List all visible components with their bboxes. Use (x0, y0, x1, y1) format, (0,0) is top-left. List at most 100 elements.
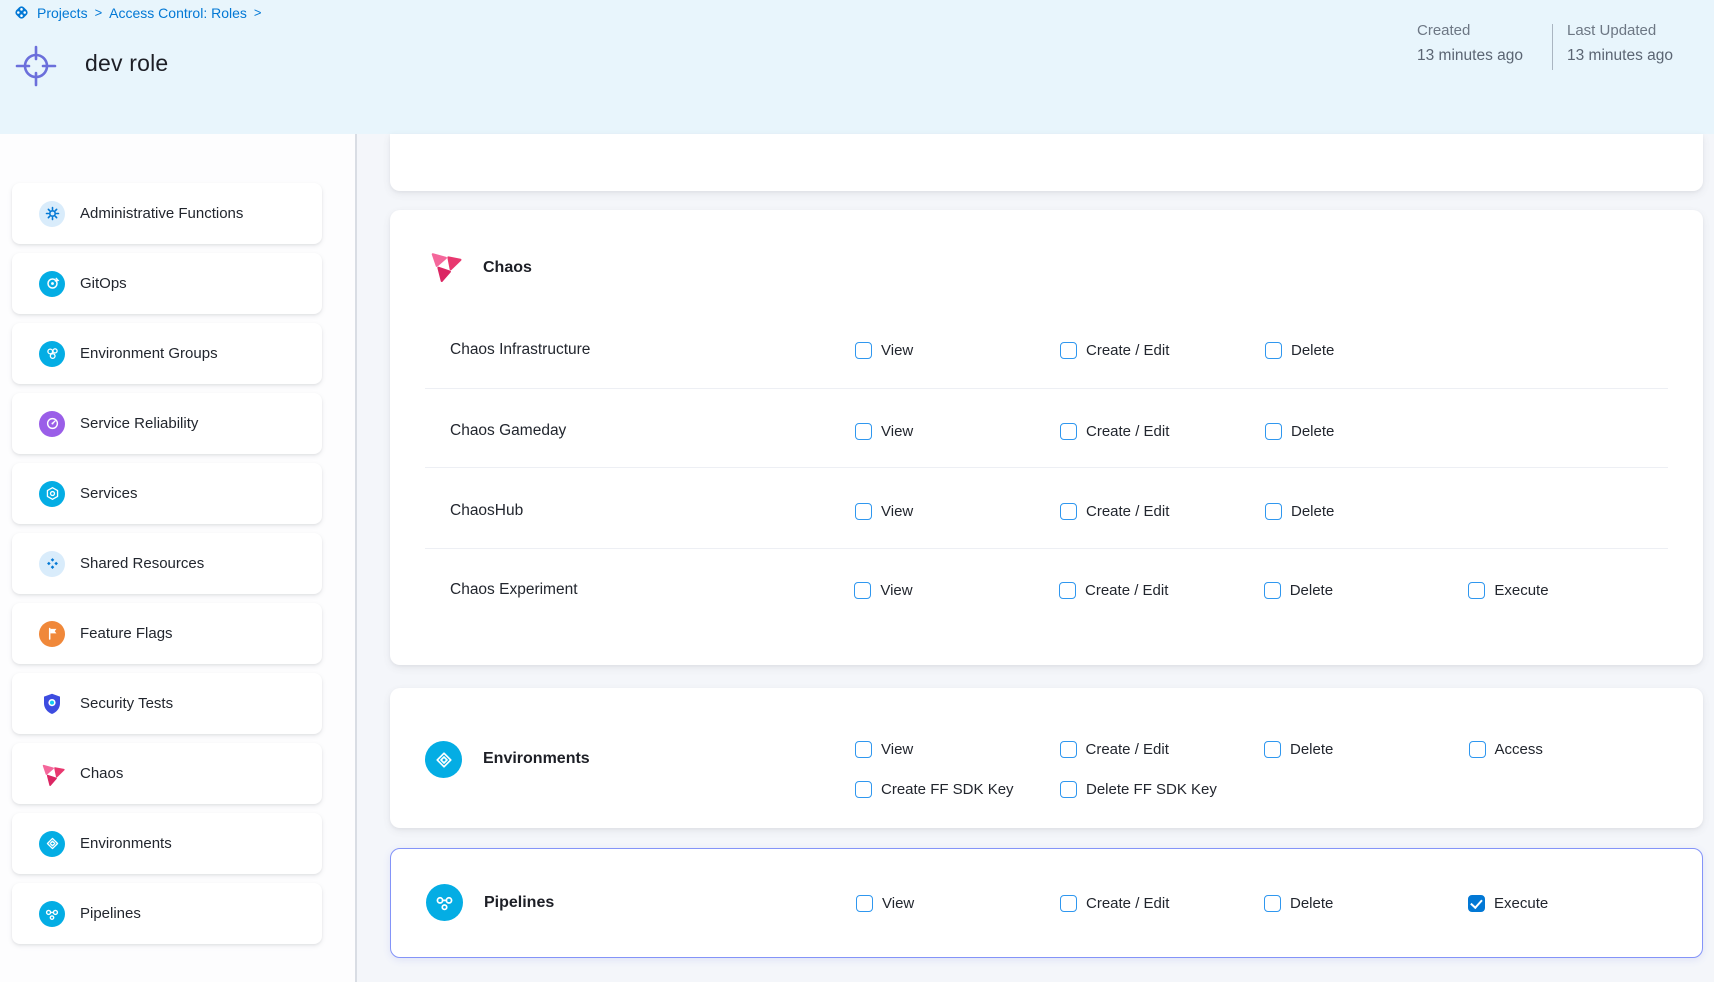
resource-label: Chaos Infrastructure (450, 341, 855, 359)
breadcrumb-access-control-roles-link[interactable]: Access Control: Roles (109, 5, 247, 21)
checkbox[interactable] (1468, 582, 1485, 599)
resource-group-sidebar: Administrative Functions GitOps Environm… (0, 134, 355, 982)
permission-execute[interactable]: Execute (1468, 582, 1673, 599)
table-row: Chaos Gameday View Create / Edit Delete (450, 411, 1673, 451)
permission-create-ff-sdk-key[interactable]: Create FF SDK Key (855, 781, 1060, 798)
permission-view[interactable]: View (855, 503, 1060, 520)
gear-icon (39, 201, 65, 227)
checkbox[interactable] (1060, 895, 1077, 912)
permission-create-edit[interactable]: Create / Edit (1060, 741, 1265, 758)
permission-delete[interactable]: Delete (1265, 503, 1470, 520)
pipelines-section-card[interactable]: Pipelines View Create / Edit Delete Exec… (390, 848, 1703, 958)
checkbox[interactable] (1468, 895, 1485, 912)
breadcrumb-separator: > (254, 5, 262, 20)
checkbox[interactable] (1469, 741, 1486, 758)
permission-delete[interactable]: Delete (1265, 342, 1470, 359)
permission-create-edit[interactable]: Create / Edit (1060, 423, 1265, 440)
checkbox-label: View (881, 503, 913, 520)
checkbox[interactable] (1264, 895, 1281, 912)
sidebar-item-environment-groups[interactable]: Environment Groups (12, 323, 322, 384)
permission-view[interactable]: View (854, 582, 1059, 599)
checkbox-label: View (881, 342, 913, 359)
checkbox-label: Create FF SDK Key (881, 781, 1014, 798)
checkbox[interactable] (1059, 582, 1076, 599)
chaos-pinwheel-icon (39, 761, 65, 787)
environments-icon (39, 831, 65, 857)
breadcrumb-separator: > (95, 5, 103, 20)
checkbox[interactable] (855, 741, 872, 758)
checkbox[interactable] (856, 895, 873, 912)
permission-view[interactable]: View (855, 741, 1060, 758)
checkbox[interactable] (1264, 582, 1281, 599)
checkbox[interactable] (1265, 503, 1282, 520)
checkbox[interactable] (855, 423, 872, 440)
pipelines-icon (39, 901, 65, 927)
sidebar-item-environments[interactable]: Environments (12, 813, 322, 874)
permission-view[interactable]: View (855, 342, 1060, 359)
checkbox-label: Execute (1494, 895, 1548, 912)
breadcrumb-projects-link[interactable]: Projects (37, 5, 88, 21)
checkbox[interactable] (1264, 741, 1281, 758)
shield-icon (39, 691, 65, 717)
sidebar-item-services[interactable]: Services (12, 463, 322, 524)
last-updated-meta: Last Updated 13 minutes ago (1567, 22, 1714, 65)
permission-view[interactable]: View (855, 423, 1060, 440)
permission-create-edit[interactable]: Create / Edit (1060, 895, 1264, 912)
services-icon (39, 481, 65, 507)
permission-create-edit[interactable]: Create / Edit (1060, 503, 1265, 520)
sidebar-item-administrative-functions[interactable]: Administrative Functions (12, 183, 322, 244)
sidebar-item-label: Pipelines (80, 905, 141, 922)
sidebar-item-security-tests[interactable]: Security Tests (12, 673, 322, 734)
checkbox[interactable] (855, 503, 872, 520)
sidebar-item-label: Administrative Functions (80, 205, 243, 222)
sidebar-item-service-reliability[interactable]: Service Reliability (12, 393, 322, 454)
resource-label: Chaos Experiment (450, 581, 854, 599)
checkbox[interactable] (1060, 342, 1077, 359)
sidebar-item-chaos[interactable]: Chaos (12, 743, 322, 804)
gitops-icon (39, 271, 65, 297)
permission-access[interactable]: Access (1469, 741, 1674, 758)
resource-label: ChaosHub (450, 502, 855, 520)
checkbox[interactable] (855, 342, 872, 359)
checkbox[interactable] (1265, 423, 1282, 440)
sidebar-item-label: Security Tests (80, 695, 173, 712)
sidebar-item-label: Service Reliability (80, 415, 198, 432)
permission-delete[interactable]: Delete (1264, 895, 1468, 912)
checkbox[interactable] (1060, 781, 1077, 798)
sidebar-item-pipelines[interactable]: Pipelines (12, 883, 322, 944)
created-meta: Created 13 minutes ago (1417, 22, 1587, 65)
permission-view[interactable]: View (856, 895, 1060, 912)
flag-icon (39, 621, 65, 647)
sidebar-item-feature-flags[interactable]: Feature Flags (12, 603, 322, 664)
checkbox-label: Delete (1291, 342, 1334, 359)
checkbox-label: Create / Edit (1086, 895, 1169, 912)
created-value: 13 minutes ago (1417, 47, 1587, 65)
checkbox[interactable] (1060, 741, 1077, 758)
last-updated-value: 13 minutes ago (1567, 47, 1714, 65)
checkbox[interactable] (1265, 342, 1282, 359)
access-control-role-page: Projects > Access Control: Roles > dev r… (0, 0, 1714, 982)
checkbox-label: View (880, 582, 912, 599)
checkbox-label: Delete (1291, 503, 1334, 520)
permission-execute[interactable]: Execute (1468, 895, 1672, 912)
sidebar-item-shared-resources[interactable]: Shared Resources (12, 533, 322, 594)
checkbox[interactable] (1060, 423, 1077, 440)
permissions-line: View Create / Edit Delete Access (855, 729, 1673, 769)
table-row: Chaos Infrastructure View Create / Edit … (450, 330, 1673, 370)
permission-create-edit[interactable]: Create / Edit (1060, 342, 1265, 359)
checkbox[interactable] (854, 582, 871, 599)
permission-delete-ff-sdk-key[interactable]: Delete FF SDK Key (1060, 781, 1265, 798)
permissions-line: View Create / Edit Delete Execute (856, 883, 1672, 923)
service-reliability-icon (39, 411, 65, 437)
permission-delete[interactable]: Delete (1265, 423, 1470, 440)
checkbox-label: Delete FF SDK Key (1086, 781, 1217, 798)
permission-create-edit[interactable]: Create / Edit (1059, 582, 1264, 599)
checkbox[interactable] (1060, 503, 1077, 520)
shared-resources-icon (39, 551, 65, 577)
sidebar-item-gitops[interactable]: GitOps (12, 253, 322, 314)
permission-delete[interactable]: Delete (1264, 741, 1469, 758)
permission-delete[interactable]: Delete (1264, 582, 1469, 599)
checkbox[interactable] (855, 781, 872, 798)
meta-divider (1552, 24, 1553, 70)
section-title-chaos: Chaos (483, 259, 532, 277)
